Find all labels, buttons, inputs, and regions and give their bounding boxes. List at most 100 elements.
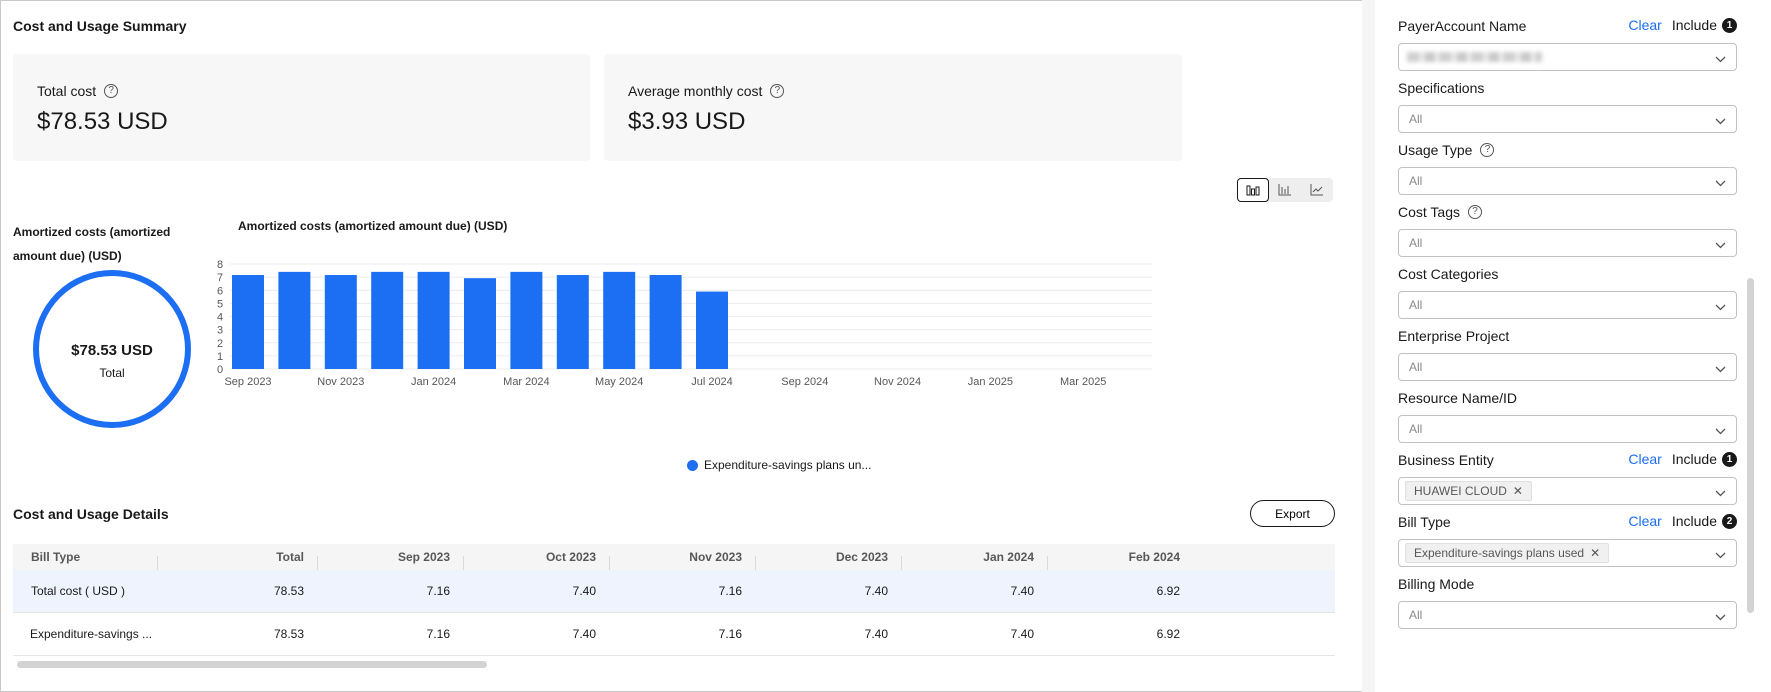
table-cell: 7.16 bbox=[426, 584, 450, 598]
chevron-down-icon[interactable] bbox=[1715, 486, 1726, 497]
average-monthly-cost-card: Average monthly cost ? $3.93 USD bbox=[604, 54, 1182, 161]
x-tick-label: Sep 2023 bbox=[224, 376, 271, 388]
redacted-value bbox=[1407, 52, 1542, 62]
clear-link[interactable]: Clear bbox=[1628, 513, 1661, 529]
y-tick-label: 5 bbox=[217, 298, 223, 310]
x-tick-label: Jan 2025 bbox=[968, 376, 1013, 388]
table-cell: 78.53 bbox=[273, 584, 304, 598]
table-cell: 7.16 bbox=[718, 627, 742, 641]
clear-link[interactable]: Clear bbox=[1628, 17, 1661, 33]
include-label: Include bbox=[1671, 451, 1717, 467]
filter-label-text: Usage Type bbox=[1398, 142, 1473, 158]
filter-select[interactable]: All bbox=[1398, 415, 1737, 443]
chevron-down-icon[interactable] bbox=[1715, 362, 1726, 373]
summary-title: Cost and Usage Summary bbox=[13, 18, 187, 34]
grouped-bar-chart-icon[interactable] bbox=[1237, 178, 1269, 202]
bar bbox=[232, 275, 264, 369]
include-toggle[interactable]: Include 2 bbox=[1672, 513, 1737, 529]
filter-panel: PayerAccount Name Clear Include 1 Specificat… bbox=[1375, 0, 1771, 692]
chevron-down-icon[interactable] bbox=[1715, 238, 1726, 249]
filter-billing-mode: Billing Mode All bbox=[1398, 575, 1737, 629]
column-header[interactable]: Bill Type bbox=[13, 550, 158, 570]
y-tick-label: 2 bbox=[217, 338, 223, 350]
chevron-down-icon[interactable] bbox=[1715, 114, 1726, 125]
clear-link[interactable]: Clear bbox=[1628, 451, 1661, 467]
line-chart-icon[interactable] bbox=[1301, 178, 1333, 202]
x-tick-label: Jul 2024 bbox=[691, 376, 733, 388]
filter-select[interactable]: HUAWEI CLOUD ✕ bbox=[1398, 477, 1737, 505]
total-cost-label-row: Total cost ? bbox=[37, 83, 119, 99]
count-badge: 2 bbox=[1722, 513, 1737, 529]
filter-select[interactable]: Expenditure-savings plans used ✕ bbox=[1398, 539, 1737, 567]
filter-select[interactable]: All bbox=[1398, 291, 1737, 319]
column-header[interactable]: Jan 2024 bbox=[902, 550, 1048, 570]
tag-label: Expenditure-savings plans used bbox=[1414, 546, 1585, 560]
column-header[interactable]: Nov 2023 bbox=[610, 550, 756, 570]
filter-label: Enterprise Project bbox=[1398, 327, 1737, 345]
y-tick-label: 6 bbox=[217, 285, 223, 297]
filter-label-text: Resource Name/ID bbox=[1398, 390, 1518, 406]
donut-center-label: Total bbox=[99, 366, 125, 380]
stacked-bar-chart-icon[interactable] bbox=[1269, 178, 1301, 202]
filter-select[interactable]: All bbox=[1398, 229, 1737, 257]
filter-select[interactable] bbox=[1398, 43, 1737, 71]
chevron-down-icon[interactable] bbox=[1715, 176, 1726, 187]
filter-value: All bbox=[1409, 174, 1423, 188]
bar bbox=[278, 271, 311, 369]
filter-label-text: Enterprise Project bbox=[1398, 328, 1510, 344]
filter-resource-name-id: Resource Name/ID All bbox=[1398, 389, 1737, 443]
table-cell: 7.40 bbox=[572, 584, 596, 598]
filter-label-text: PayerAccount Name bbox=[1398, 18, 1527, 34]
filter-actions: Clear Include 1 bbox=[1628, 17, 1737, 33]
table-cell: 7.40 bbox=[1010, 627, 1034, 641]
y-tick-label: 7 bbox=[217, 272, 223, 284]
bar-chart: 01234 5678 Sep 2023 Nov 2023 Jan 2024 Mar 202… bbox=[217, 259, 1152, 388]
filter-value: All bbox=[1409, 360, 1423, 374]
chevron-down-icon[interactable] bbox=[1715, 300, 1726, 311]
bar bbox=[696, 291, 728, 369]
chevron-down-icon[interactable] bbox=[1715, 52, 1726, 63]
table-row[interactable]: Expenditure-savings ... 78.53 7.16 7.40 7.16… bbox=[13, 613, 1335, 656]
help-icon[interactable]: ? bbox=[770, 84, 785, 98]
chevron-down-icon[interactable] bbox=[1715, 610, 1726, 621]
filter-select[interactable]: All bbox=[1398, 105, 1737, 133]
include-toggle[interactable]: Include 1 bbox=[1672, 451, 1737, 467]
export-button[interactable]: Export bbox=[1250, 500, 1335, 527]
remove-tag-icon[interactable]: ✕ bbox=[1513, 484, 1523, 498]
table-cell: 7.16 bbox=[718, 584, 742, 598]
horizontal-scrollbar[interactable] bbox=[17, 661, 487, 668]
legend-swatch bbox=[687, 459, 698, 471]
column-header[interactable]: Total bbox=[158, 550, 318, 570]
help-icon[interactable]: ? bbox=[104, 84, 119, 98]
bar-chart-title: Amortized costs (amortized amount due) (… bbox=[238, 219, 508, 233]
help-icon[interactable]: ? bbox=[1468, 205, 1482, 219]
filter-label-text: Business Entity bbox=[1398, 452, 1494, 468]
y-tick-label: 8 bbox=[217, 259, 223, 271]
filter-select[interactable]: All bbox=[1398, 601, 1737, 629]
y-tick-label: 4 bbox=[217, 312, 223, 324]
total-cost-label: Total cost bbox=[37, 83, 97, 99]
column-header[interactable]: Feb 2024 bbox=[1048, 550, 1194, 564]
bar bbox=[464, 278, 496, 369]
column-header[interactable]: Sep 2023 bbox=[318, 550, 464, 570]
help-icon[interactable]: ? bbox=[1480, 143, 1495, 157]
filter-select[interactable]: All bbox=[1398, 167, 1737, 195]
column-header[interactable]: Oct 2023 bbox=[464, 550, 610, 570]
vertical-scrollbar[interactable] bbox=[1747, 278, 1754, 613]
chevron-down-icon[interactable] bbox=[1715, 548, 1726, 559]
filter-select[interactable]: All bbox=[1398, 353, 1737, 381]
chevron-down-icon[interactable] bbox=[1715, 424, 1726, 435]
table-row[interactable]: Total cost ( USD ) 78.53 7.16 7.40 7.16 7.40 7… bbox=[13, 570, 1335, 613]
panel-divider bbox=[1362, 0, 1375, 692]
filter-label: Usage Type? bbox=[1398, 141, 1737, 159]
filter-label-text: Bill Type bbox=[1398, 514, 1451, 530]
filter-label-text: Billing Mode bbox=[1398, 576, 1475, 592]
x-tick-label: Nov 2024 bbox=[874, 376, 921, 388]
filter-label-text: Cost Tags bbox=[1398, 204, 1460, 220]
remove-tag-icon[interactable]: ✕ bbox=[1590, 546, 1600, 560]
main-panel: Cost and Usage Summary Total cost ? $78.… bbox=[0, 0, 1362, 692]
chart-legend[interactable]: Expenditure-savings plans un... bbox=[687, 458, 871, 472]
include-toggle[interactable]: Include 1 bbox=[1672, 17, 1737, 33]
filter-cost-tags: Cost Tags? All bbox=[1398, 203, 1737, 257]
column-header[interactable]: Dec 2023 bbox=[756, 550, 902, 570]
